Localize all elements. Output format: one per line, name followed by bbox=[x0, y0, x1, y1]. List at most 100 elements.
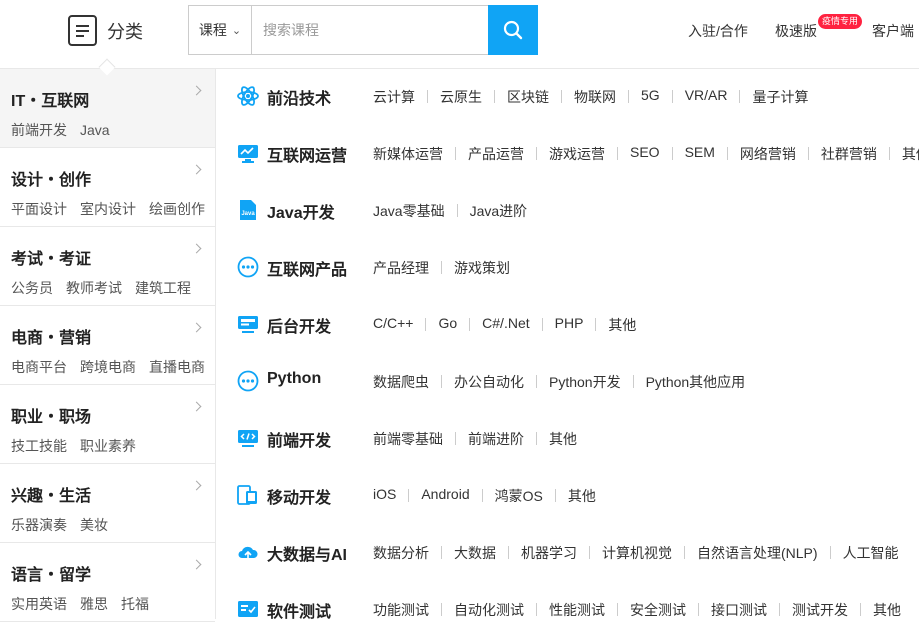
subcategory-link[interactable]: 自然语言处理(NLP) bbox=[697, 543, 818, 563]
subcategory-link[interactable]: 测试开发 bbox=[792, 600, 848, 619]
subcategory-link[interactable]: 量子计算 bbox=[752, 87, 808, 107]
sidebar-sub-link[interactable]: 室内设计 bbox=[80, 201, 136, 217]
subcategory-link[interactable]: 人工智能 bbox=[843, 543, 899, 563]
search-button[interactable] bbox=[488, 5, 538, 55]
subcategory-link[interactable]: 前端进阶 bbox=[468, 429, 524, 449]
sidebar-sub-link[interactable]: 实用英语 bbox=[11, 596, 67, 612]
subcategory-title[interactable]: 互联网运营 bbox=[267, 142, 347, 166]
sidebar-sub-link[interactable]: 托福 bbox=[121, 596, 149, 612]
subcategory-link[interactable]: 前端零基础 bbox=[373, 429, 443, 449]
sidebar-sub-link[interactable]: 雅思 bbox=[80, 596, 108, 612]
sidebar-item[interactable]: 职业・职场 技工技能 职业素养 bbox=[0, 385, 215, 464]
subcategory-title[interactable]: 软件测试 bbox=[267, 598, 331, 619]
category-button[interactable]: 分类 bbox=[68, 15, 143, 46]
sidebar-sub-link[interactable]: 美妆 bbox=[80, 517, 108, 533]
fast-version-link[interactable]: 极速版 bbox=[775, 21, 817, 41]
sidebar-sub-link[interactable]: 跨境电商 bbox=[80, 359, 136, 375]
subcategory-title[interactable]: 大数据与AI bbox=[267, 541, 347, 565]
subcategory-link[interactable]: 鸿蒙OS bbox=[495, 486, 543, 506]
sidebar-item[interactable]: IT・互联网 前端开发 Java bbox=[0, 69, 215, 148]
sidebar-sub-link[interactable]: Java bbox=[80, 122, 110, 138]
subcategory-link[interactable]: 办公自动化 bbox=[454, 372, 524, 392]
subcategory-title[interactable]: 后台开发 bbox=[267, 313, 331, 337]
subcategory-link[interactable]: Java进阶 bbox=[470, 201, 528, 221]
subcategory-link[interactable]: 产品经理 bbox=[373, 258, 429, 278]
subcategory-link[interactable]: 数据分析 bbox=[373, 543, 429, 563]
link-separator bbox=[726, 147, 728, 160]
subcategory-link[interactable]: 其他 bbox=[873, 600, 901, 619]
subcategory-link[interactable]: 云原生 bbox=[440, 87, 482, 107]
subcategory-link[interactable]: 数据爬虫 bbox=[373, 372, 429, 392]
subcategory-link[interactable]: 5G bbox=[641, 87, 660, 107]
subcategory-link[interactable]: SEO bbox=[630, 144, 660, 164]
subcategory-link[interactable]: 物联网 bbox=[574, 87, 616, 107]
sidebar-sub-link[interactable]: 前端开发 bbox=[11, 122, 67, 138]
subcategory-link[interactable]: 性能测试 bbox=[549, 600, 605, 619]
subcategory-link[interactable]: PHP bbox=[555, 315, 584, 335]
sidebar-sub-link[interactable]: 建筑工程 bbox=[135, 280, 191, 296]
subcategory-link[interactable]: C/C++ bbox=[373, 315, 413, 335]
subcategory-link[interactable]: Java零基础 bbox=[373, 201, 445, 221]
subcategory-link[interactable]: 功能测试 bbox=[373, 600, 429, 619]
sidebar-sub-link[interactable]: 平面设计 bbox=[11, 201, 67, 217]
sidebar-item[interactable]: 兴趣・生活 乐器演奏 美妆 bbox=[0, 464, 215, 543]
subcategory-link[interactable]: Python其他应用 bbox=[646, 372, 746, 392]
link-separator bbox=[441, 375, 442, 388]
subcategory-link[interactable]: 区块链 bbox=[507, 87, 549, 107]
subcategory-link[interactable]: 安全测试 bbox=[630, 600, 686, 619]
sidebar-item-subs: 前端开发 Java bbox=[11, 120, 215, 140]
subcategory-link[interactable]: 产品运营 bbox=[468, 144, 524, 164]
search-type-select[interactable]: 课程 ⌄ bbox=[189, 6, 252, 54]
subcategory-link[interactable]: 计算机视觉 bbox=[602, 543, 672, 563]
sidebar-item-subs: 实用英语 雅思 托福 bbox=[11, 594, 215, 614]
subcategory-link[interactable]: 新媒体运营 bbox=[373, 144, 443, 164]
join-cooperate-link[interactable]: 入驻/合作 bbox=[688, 21, 748, 41]
subcategory-link[interactable]: 云计算 bbox=[373, 87, 415, 107]
top-header: 分类 课程 ⌄ 入驻/合作 极速版 疫情专用 客户端 bbox=[0, 0, 919, 62]
subcategory-title[interactable]: Python bbox=[267, 370, 321, 388]
sidebar-sub-link[interactable]: 技工技能 bbox=[11, 438, 67, 454]
subcategory-link[interactable]: 其他 bbox=[549, 429, 577, 449]
sidebar-sub-link[interactable]: 职业素养 bbox=[80, 438, 136, 454]
mobile-devices-icon bbox=[237, 484, 259, 506]
subcategory-link[interactable]: 自动化测试 bbox=[454, 600, 524, 619]
subcategory-link[interactable]: 游戏策划 bbox=[454, 258, 510, 278]
sidebar-sub-link[interactable]: 电商平台 bbox=[11, 359, 67, 375]
subcategory-link[interactable]: 其他 bbox=[608, 315, 636, 335]
sidebar-item[interactable]: 电商・营销 电商平台 跨境电商 直播电商 bbox=[0, 306, 215, 385]
sidebar-sub-link[interactable]: 乐器演奏 bbox=[11, 517, 67, 533]
subcategory-link[interactable]: 其他 bbox=[902, 144, 919, 164]
sidebar-item[interactable]: 设计・创作 平面设计 室内设计 绘画创作 bbox=[0, 148, 215, 227]
sidebar-sub-link[interactable]: 绘画创作 bbox=[149, 201, 205, 217]
sidebar-item[interactable]: 语言・留学 实用英语 雅思 托福 bbox=[0, 543, 215, 622]
sidebar-sub-link[interactable]: 公务员 bbox=[11, 280, 53, 296]
subcategory-link[interactable]: Python开发 bbox=[549, 372, 621, 392]
client-link[interactable]: 客户端 bbox=[872, 21, 914, 41]
search-input[interactable] bbox=[252, 6, 488, 54]
link-separator bbox=[508, 546, 509, 559]
subcategory-link[interactable]: C#/.Net bbox=[482, 315, 529, 335]
subcategory-title[interactable]: 前沿技术 bbox=[267, 85, 331, 109]
subcategory-link[interactable]: 游戏运营 bbox=[549, 144, 605, 164]
subcategory-link[interactable]: VR/AR bbox=[685, 87, 728, 107]
subcategory-link[interactable]: 社群营销 bbox=[821, 144, 877, 164]
subcategory-title[interactable]: 移动开发 bbox=[267, 484, 331, 508]
subcategory-link[interactable]: 机器学习 bbox=[521, 543, 577, 563]
sidebar-item[interactable]: 考试・考证 公务员 教师考试 建筑工程 bbox=[0, 227, 215, 306]
sidebar-item-subs: 公务员 教师考试 建筑工程 bbox=[11, 278, 215, 298]
search-icon bbox=[503, 20, 523, 40]
sidebar-sub-link[interactable]: 直播电商 bbox=[149, 359, 205, 375]
subcategory-link[interactable]: Android bbox=[421, 486, 469, 506]
subcategory-link[interactable]: iOS bbox=[373, 486, 396, 506]
subcategory-link[interactable]: SEM bbox=[685, 144, 715, 164]
subcategory-title[interactable]: 前端开发 bbox=[267, 427, 331, 451]
subcategory-link[interactable]: 大数据 bbox=[454, 543, 496, 563]
subcategory-link[interactable]: Go bbox=[438, 315, 457, 335]
subcategory-title[interactable]: Java开发 bbox=[267, 199, 335, 223]
subcategory-link[interactable]: 网络营销 bbox=[740, 144, 796, 164]
link-separator bbox=[617, 147, 618, 160]
subcategory-title[interactable]: 互联网产品 bbox=[267, 256, 347, 280]
sidebar-sub-link[interactable]: 教师考试 bbox=[66, 280, 122, 296]
subcategory-link[interactable]: 接口测试 bbox=[711, 600, 767, 619]
subcategory-link[interactable]: 其他 bbox=[568, 486, 596, 506]
